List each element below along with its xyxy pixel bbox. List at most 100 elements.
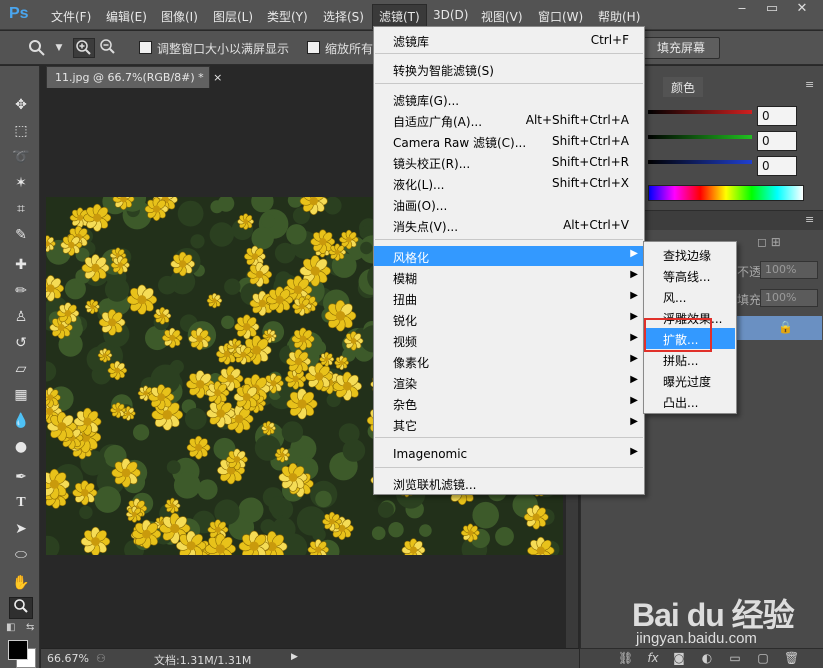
magic-wand-tool-icon[interactable]: ✶: [9, 172, 33, 194]
zoom-tool-icon[interactable]: [9, 597, 33, 619]
move-tool-icon[interactable]: ✥: [9, 94, 33, 116]
menu-layer[interactable]: 图层(L): [213, 8, 253, 25]
link-layers-icon[interactable]: ⛓: [618, 651, 633, 665]
submenu-item-solarize[interactable]: 曝光过度: [645, 370, 735, 391]
blur-tool-icon[interactable]: 💧: [9, 410, 33, 432]
opacity-field[interactable]: 100%: [760, 261, 818, 279]
crop-tool-icon[interactable]: ⌗: [9, 198, 33, 220]
red-slider[interactable]: [648, 110, 752, 114]
type-tool-icon[interactable]: T: [9, 492, 33, 514]
history-brush-tool-icon[interactable]: ↺: [9, 332, 33, 354]
green-slider[interactable]: [648, 135, 752, 139]
close-button[interactable]: ✕: [787, 0, 817, 20]
menu-item-sharpen[interactable]: 锐化 ▶: [374, 309, 644, 329]
submenu-item-tiles[interactable]: 拼贴...: [645, 349, 735, 370]
fill-screen-button[interactable]: 填充屏幕: [642, 37, 720, 59]
red-value-field[interactable]: 0: [757, 106, 797, 126]
menu-item-render[interactable]: 渲染 ▶: [374, 372, 644, 392]
menu-image[interactable]: 图像(I): [161, 8, 198, 25]
delete-layer-icon[interactable]: 🗑: [784, 651, 799, 665]
new-group-icon[interactable]: ▭: [728, 651, 742, 665]
status-bar: 66.67% ⚇ 文档:1.31M/1.31M ▶: [41, 648, 579, 668]
menu-item-pixelate[interactable]: 像素化 ▶: [374, 351, 644, 371]
zoom-tool-preset-icon[interactable]: [26, 38, 48, 58]
zoom-level[interactable]: 66.67%: [47, 652, 89, 665]
tab-color[interactable]: 颜色: [663, 77, 704, 97]
panel-menu-icon[interactable]: ≡: [805, 78, 814, 91]
zoom-all-label: 缩放所有: [325, 42, 374, 56]
submenu-item-contour[interactable]: 等高线...: [645, 265, 735, 286]
resize-windows-checkbox[interactable]: [139, 41, 152, 54]
blue-value-field[interactable]: 0: [757, 156, 797, 176]
menu-item-other[interactable]: 其它 ▶: [374, 414, 644, 434]
menu-3d[interactable]: 3D(D): [433, 8, 468, 22]
document-tab[interactable]: 11.jpg @ 66.7%(RGB/8#) * ×: [46, 66, 222, 88]
submenu-item-wind[interactable]: 风...: [645, 286, 735, 307]
menu-file[interactable]: 文件(F): [51, 8, 91, 25]
menu-item-oil-paint[interactable]: 油画(O)...: [374, 194, 644, 214]
menu-item-noise[interactable]: 杂色 ▶: [374, 393, 644, 413]
menu-item-vanishing-point[interactable]: 消失点(V)... Alt+Ctrl+V: [374, 215, 644, 235]
menu-item-browse-filters-online[interactable]: 浏览联机滤镜...: [374, 473, 644, 493]
menu-view[interactable]: 视图(V): [481, 8, 523, 25]
menu-select[interactable]: 选择(S): [323, 8, 364, 25]
submenu-item-find-edges[interactable]: 查找边缘: [645, 244, 735, 265]
adjustment-layer-icon[interactable]: ◐: [700, 651, 714, 665]
clone-stamp-tool-icon[interactable]: ♙: [9, 306, 33, 328]
zoom-in-icon[interactable]: [73, 38, 95, 58]
new-layer-icon[interactable]: ▢: [756, 651, 770, 665]
ellipse-tool-icon[interactable]: ⬭: [9, 544, 33, 566]
menu-type[interactable]: 类型(Y): [267, 8, 308, 25]
menu-item-distort[interactable]: 扭曲 ▶: [374, 288, 644, 308]
maximize-button[interactable]: ▭: [757, 0, 787, 20]
hand-tool-icon[interactable]: ✋: [9, 572, 33, 594]
minimize-button[interactable]: ‒: [727, 0, 757, 20]
menu-item-camera-raw[interactable]: Camera Raw 滤镜(C)... Shift+Ctrl+A: [374, 131, 644, 151]
marquee-tool-icon[interactable]: ⬚: [9, 120, 33, 142]
menu-item-convert-smart-filter[interactable]: 转换为智能滤镜(S): [374, 59, 644, 79]
menu-item-imagenomic[interactable]: Imagenomic ▶: [374, 444, 644, 464]
fill-field[interactable]: 100%: [760, 289, 818, 307]
layer-filter-icons[interactable]: ◻ ⊞: [757, 235, 781, 249]
blue-slider[interactable]: [648, 160, 752, 164]
menu-item-video[interactable]: 视频 ▶: [374, 330, 644, 350]
menu-help[interactable]: 帮助(H): [598, 8, 640, 25]
submenu-arrow-icon: ▶: [630, 374, 638, 385]
dodge-tool-icon[interactable]: ●: [9, 436, 33, 458]
lasso-tool-icon[interactable]: ➰: [9, 146, 33, 168]
menu-item-adaptive-wide-angle[interactable]: 自适应广角(A)... Alt+Shift+Ctrl+A: [374, 110, 644, 130]
color-spectrum-bar[interactable]: [648, 185, 804, 201]
zoom-all-checkbox[interactable]: [307, 41, 320, 54]
default-colors-icon[interactable]: ◧: [6, 622, 15, 633]
filter-dropdown-menu: 滤镜库 Ctrl+F 转换为智能滤镜(S) 滤镜库(G)... 自适应广角(A).…: [373, 26, 645, 495]
layers-panel-menu-icon[interactable]: ≡: [805, 213, 814, 226]
brush-tool-icon[interactable]: ✏: [9, 280, 33, 302]
pen-tool-icon[interactable]: ✒: [9, 466, 33, 488]
status-info-icon[interactable]: ⚇: [96, 652, 106, 665]
swap-colors-icon[interactable]: ⇆: [26, 622, 34, 633]
menu-item-lens-correction[interactable]: 镜头校正(R)... Shift+Ctrl+R: [374, 152, 644, 172]
healing-brush-tool-icon[interactable]: ✚: [9, 254, 33, 276]
layer-style-icon[interactable]: fx: [646, 651, 660, 665]
eraser-tool-icon[interactable]: ▱: [9, 358, 33, 380]
menu-window[interactable]: 窗口(W): [538, 8, 583, 25]
path-selection-tool-icon[interactable]: ➤: [9, 518, 33, 540]
menu-edit[interactable]: 编辑(E): [106, 8, 147, 25]
highlight-annotation-box: [644, 318, 712, 352]
status-menu-arrow-icon[interactable]: ▶: [291, 652, 298, 662]
green-value-field[interactable]: 0: [757, 131, 797, 151]
close-tab-icon[interactable]: ×: [213, 71, 222, 84]
tools-panel: ✥ ⬚ ➰ ✶ ⌗ ✎ ✚ ✏ ♙ ↺ ▱ ▦ 💧 ● ✒ T ➤ ⬭ ✋ ◧ …: [0, 66, 40, 668]
gradient-tool-icon[interactable]: ▦: [9, 384, 33, 406]
submenu-item-extrude[interactable]: 凸出...: [645, 391, 735, 412]
menu-item-stylize[interactable]: 风格化 ▶: [374, 246, 644, 266]
menu-item-blur[interactable]: 模糊 ▶: [374, 267, 644, 287]
menu-item-filter-gallery[interactable]: 滤镜库(G)...: [374, 89, 644, 109]
menu-item-filter-gallery-last[interactable]: 滤镜库 Ctrl+F: [374, 30, 644, 50]
eyedropper-tool-icon[interactable]: ✎: [9, 224, 33, 246]
menu-item-liquify[interactable]: 液化(L)... Shift+Ctrl+X: [374, 173, 644, 193]
chevron-down-icon[interactable]: ▼: [48, 38, 70, 58]
add-mask-icon[interactable]: ◙: [672, 651, 686, 665]
foreground-color-swatch[interactable]: [8, 640, 28, 660]
zoom-out-icon[interactable]: [97, 38, 119, 58]
